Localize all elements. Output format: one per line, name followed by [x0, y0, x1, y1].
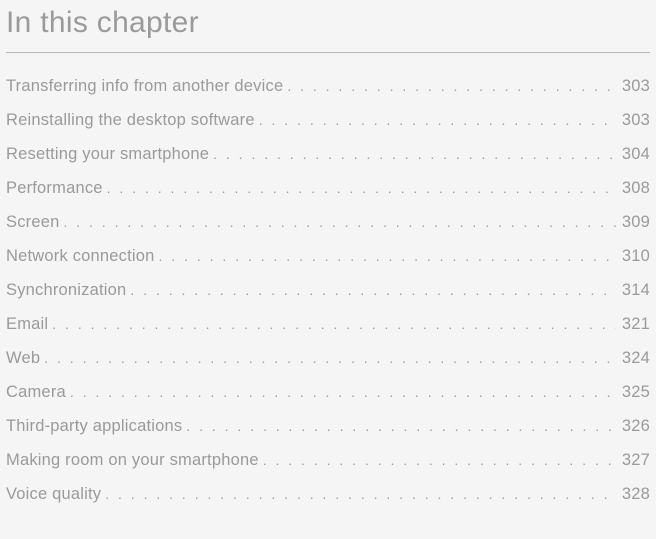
toc-leader: . . . . . . . . . . . . . . . . . . . . …	[255, 112, 616, 128]
toc-entry-label: Network connection	[6, 247, 155, 266]
toc-entry-page: 303	[616, 111, 650, 130]
toc-entry-label: Synchronization	[6, 281, 126, 300]
title-divider	[6, 52, 650, 53]
toc-entry-page: 304	[616, 145, 650, 164]
toc-entry-page: 324	[616, 349, 650, 368]
toc-entry-page: 309	[616, 213, 650, 232]
toc-entry[interactable]: Web . . . . . . . . . . . . . . . . . . …	[6, 349, 650, 368]
toc-entry-label: Performance	[6, 179, 103, 198]
toc-entry[interactable]: Transferring info from another device . …	[6, 77, 650, 96]
toc-leader: . . . . . . . . . . . . . . . . . . . . …	[59, 214, 615, 230]
toc-leader: . . . . . . . . . . . . . . . . . . . . …	[209, 146, 616, 162]
toc-entry-page: 303	[616, 77, 650, 96]
toc-leader: . . . . . . . . . . . . . . . . . . . . …	[259, 452, 616, 468]
toc-entry[interactable]: Making room on your smartphone . . . . .…	[6, 451, 650, 470]
toc-leader: . . . . . . . . . . . . . . . . . . . . …	[155, 248, 616, 264]
toc-leader: . . . . . . . . . . . . . . . . . . . . …	[66, 384, 616, 400]
toc-entry-page: 325	[616, 383, 650, 402]
toc-entry-page: 308	[616, 179, 650, 198]
toc-entry-page: 310	[616, 247, 650, 266]
toc-leader: . . . . . . . . . . . . . . . . . . . . …	[48, 316, 616, 332]
toc-entry[interactable]: Performance . . . . . . . . . . . . . . …	[6, 179, 650, 198]
toc-leader: . . . . . . . . . . . . . . . . . . . . …	[103, 180, 616, 196]
toc-leader: . . . . . . . . . . . . . . . . . . . . …	[40, 350, 616, 366]
toc-leader: . . . . . . . . . . . . . . . . . . . . …	[283, 78, 616, 94]
toc-entry[interactable]: Screen . . . . . . . . . . . . . . . . .…	[6, 213, 650, 232]
toc-leader: . . . . . . . . . . . . . . . . . . . . …	[126, 282, 615, 298]
toc-entry[interactable]: Network connection . . . . . . . . . . .…	[6, 247, 650, 266]
toc-entry-page: 314	[616, 281, 650, 300]
toc-entry[interactable]: Third-party applications . . . . . . . .…	[6, 417, 650, 436]
toc-entry-label: Email	[6, 315, 48, 334]
toc-entry-page: 328	[616, 485, 650, 504]
toc-entry-page: 326	[616, 417, 650, 436]
chapter-title: In this chapter	[0, 0, 656, 52]
toc-entry-page: 321	[616, 315, 650, 334]
toc-entry-label: Camera	[6, 383, 66, 402]
toc-entry-label: Web	[6, 349, 40, 368]
toc-leader: . . . . . . . . . . . . . . . . . . . . …	[182, 418, 616, 434]
toc-entry-label: Screen	[6, 213, 59, 232]
toc-entry[interactable]: Synchronization . . . . . . . . . . . . …	[6, 281, 650, 300]
toc-entry-label: Transferring info from another device	[6, 77, 283, 96]
toc-entry-label: Reinstalling the desktop software	[6, 111, 255, 130]
toc-entry-label: Third-party applications	[6, 417, 182, 436]
toc-entry-page: 327	[616, 451, 650, 470]
toc-entry-label: Making room on your smartphone	[6, 451, 259, 470]
toc-entry[interactable]: Camera . . . . . . . . . . . . . . . . .…	[6, 383, 650, 402]
toc-entry[interactable]: Email . . . . . . . . . . . . . . . . . …	[6, 315, 650, 334]
toc-leader: . . . . . . . . . . . . . . . . . . . . …	[101, 486, 616, 502]
toc-entry[interactable]: Voice quality . . . . . . . . . . . . . …	[6, 485, 650, 504]
toc-entry[interactable]: Reinstalling the desktop software . . . …	[6, 111, 650, 130]
toc-entry[interactable]: Resetting your smartphone . . . . . . . …	[6, 145, 650, 164]
toc-entry-label: Voice quality	[6, 485, 101, 504]
toc-entry-label: Resetting your smartphone	[6, 145, 209, 164]
table-of-contents: Transferring info from another device . …	[0, 77, 656, 504]
